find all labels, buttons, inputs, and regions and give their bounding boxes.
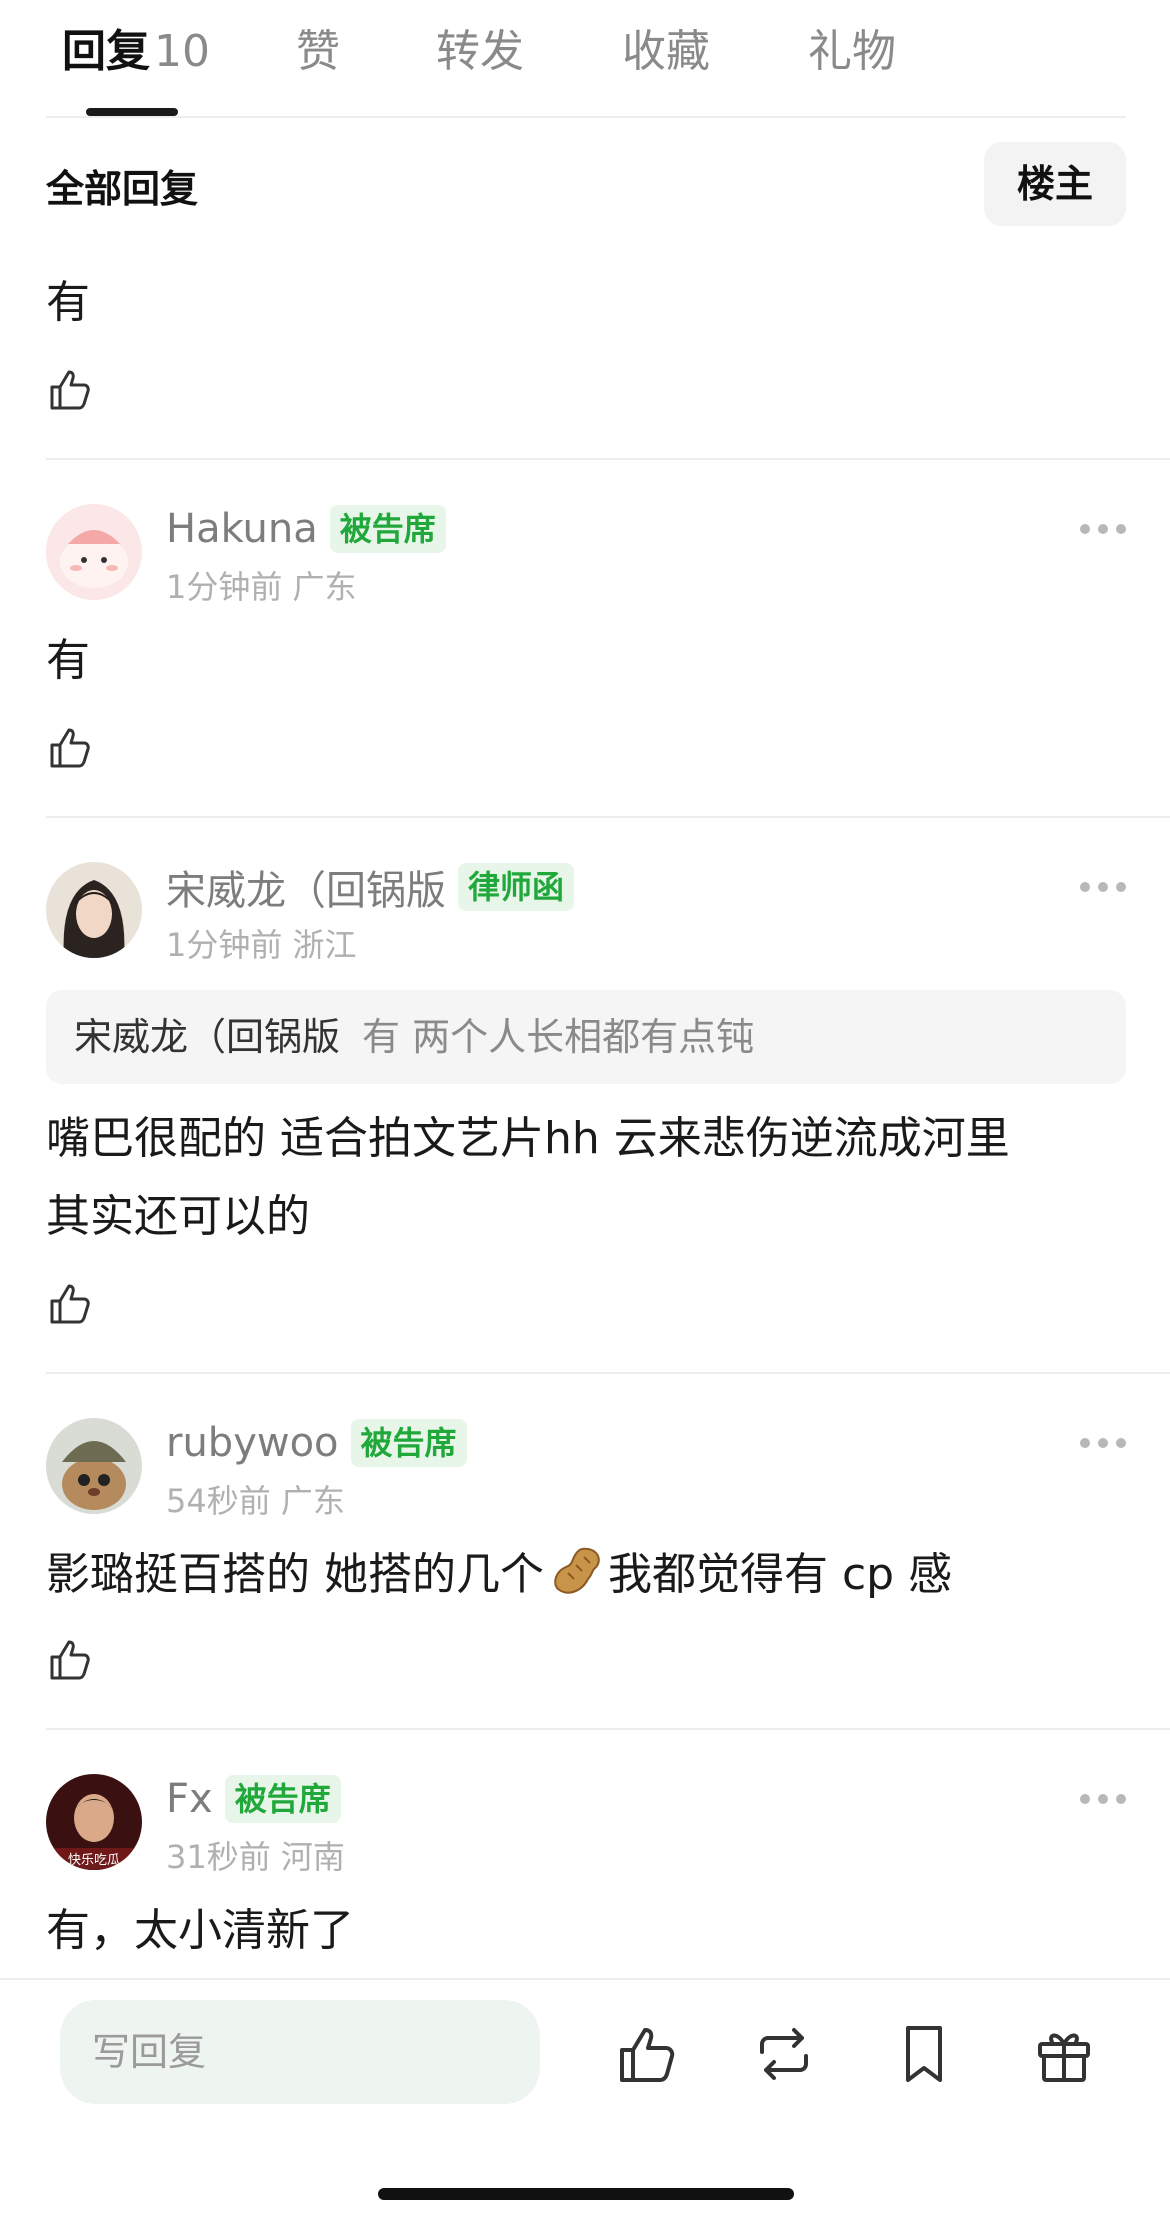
comment-text: 有，太小清新了 [46,1905,354,1956]
user-badge: 被告席 [350,1419,467,1467]
op-only-button[interactable]: 楼主 [984,142,1126,226]
comment-meta: 1分钟前 广东 [166,562,357,608]
peanut-emoji [554,1547,600,1594]
quoted-username: 宋威龙（回锅版 [74,1015,341,1059]
comment-text-part: 我都觉得有 cp 感 [608,1549,953,1600]
divider [46,458,1170,460]
comment-meta: 1分钟前 浙江 [166,920,357,966]
user-badge: 被告席 [329,505,446,553]
comment-time: 1分钟前 [166,926,283,964]
active-tab-indicator [86,108,178,116]
comment-text: 嘴巴很配的 适合拍文艺片hh 云来悲伤逆流成河里 其实还可以的 [46,1100,1136,1256]
more-options-icon[interactable] [1080,880,1126,894]
comment-text: 有 [46,277,90,328]
comment-meta: 54秒前 广东 [166,1476,345,1522]
divider [0,1978,1170,1980]
username[interactable]: rubywoo [166,1420,339,1466]
comment-location: 广东 [280,1482,345,1520]
username[interactable]: Fx [166,1776,213,1822]
divider [46,116,1126,118]
comment-location: 广东 [292,568,357,606]
quoted-text: 有 两个人长相都有点钝 [362,1015,755,1059]
avatar[interactable] [46,862,142,958]
comments-page: 回复10 赞 转发 收藏 礼物 全部回复 楼主 有 Hakuna 被告席 1分钟… [0,0,1170,2224]
divider [46,1372,1170,1374]
more-options-icon[interactable] [1080,1792,1126,1806]
comment-text-line: 嘴巴很配的 适合拍文艺片hh 云来悲伤逆流成河里 [46,1113,1010,1164]
repost-icon[interactable] [752,2022,816,2086]
avatar[interactable]: 快乐吃瓜 [46,1774,142,1870]
avatar[interactable] [46,504,142,600]
thumbs-up-icon[interactable] [46,724,94,772]
user-info: 宋威龙（回锅版 律师函 [166,858,575,916]
tab-replies-label: 回复 [62,26,150,77]
comment-text: 影璐挺百搭的 她搭的几个 我都觉得有 cp 感 [46,1536,1136,1614]
comment-text: 有 [46,635,90,686]
comment-location: 河南 [280,1838,345,1876]
user-info: Hakuna 被告席 [166,500,446,558]
avatar-caption: 快乐吃瓜 [68,1852,120,1868]
more-options-icon[interactable] [1080,1436,1126,1450]
thumbs-up-icon[interactable] [616,2022,680,2086]
tab-bar: 回复10 赞 转发 收藏 礼物 [0,0,1170,118]
comment-time: 31秒前 [166,1838,271,1876]
user-info: Fx 被告席 [166,1770,341,1828]
tab-replies-count: 10 [154,26,210,77]
comment-text-line: 其实还可以的 [46,1191,310,1242]
divider [46,816,1170,818]
user-badge: 律师函 [458,863,575,911]
username[interactable]: 宋威龙（回锅版 [166,858,446,916]
tab-likes[interactable]: 赞 [296,20,340,84]
comment-location: 浙江 [292,926,357,964]
thumbs-up-icon[interactable] [46,1280,94,1328]
quoted-reply[interactable]: 宋威龙（回锅版有 两个人长相都有点钝 [46,990,1126,1084]
tab-gifts[interactable]: 礼物 [808,20,896,84]
tab-favorites[interactable]: 收藏 [622,20,710,84]
avatar[interactable] [46,1418,142,1514]
home-indicator[interactable] [378,2188,794,2200]
comment-text-part: 影璐挺百搭的 她搭的几个 [46,1549,544,1600]
username[interactable]: Hakuna [166,506,318,552]
thumbs-up-icon[interactable] [46,366,94,414]
more-options-icon[interactable] [1080,522,1126,536]
bookmark-icon[interactable] [892,2022,956,2086]
section-title: 全部回复 [46,167,199,211]
reply-input[interactable] [60,2000,540,2104]
gift-icon[interactable] [1032,2022,1096,2086]
user-info: rubywoo 被告席 [166,1414,467,1472]
comment-time: 54秒前 [166,1482,271,1520]
tab-reposts[interactable]: 转发 [436,20,524,84]
user-badge: 被告席 [224,1775,341,1823]
divider [46,1728,1170,1730]
thumbs-up-icon[interactable] [46,1636,94,1684]
tab-replies[interactable]: 回复10 [62,20,210,84]
comment-time: 1分钟前 [166,568,283,606]
comment-meta: 31秒前 河南 [166,1832,345,1878]
